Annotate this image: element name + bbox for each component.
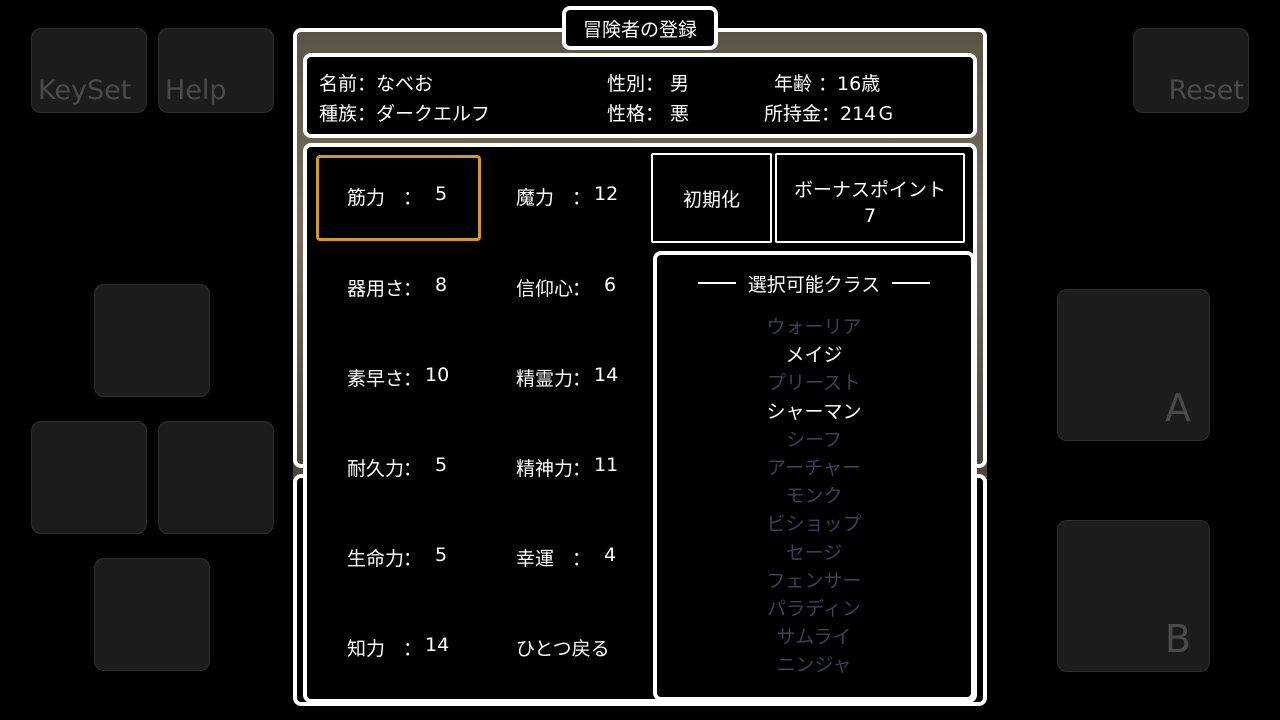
class-item[interactable]: シャーマン xyxy=(657,398,971,426)
class-item: モンク xyxy=(785,485,843,508)
bonus-points-label: ボーナスポイント xyxy=(793,179,946,201)
stat-value: 14 xyxy=(594,364,619,386)
stat-sep: ： xyxy=(403,548,423,570)
reset-stats-box[interactable]: 初期化 xyxy=(651,153,772,243)
stat-label: 精神力 xyxy=(516,458,574,480)
profile-window: 名前：なべお 種族：ダークエルフ 性別： 男 性格： 悪 年齢 ：16歳 所持金… xyxy=(303,53,977,138)
stat-value: 6 xyxy=(604,274,617,296)
stat-label: 魔力 xyxy=(516,187,555,209)
stat-endurance[interactable]: 耐久力 ： 5 xyxy=(347,454,457,482)
stat-label: 筋力 xyxy=(347,187,386,209)
stat-faith[interactable]: 信仰心 ： 6 xyxy=(516,274,626,302)
bonus-points-box: ボーナスポイント 7 xyxy=(775,153,965,243)
dpad-up-button[interactable] xyxy=(94,284,210,397)
class-item: フェンサー xyxy=(766,569,862,592)
class-list-heading: 選択可能クラス xyxy=(747,273,881,296)
header-rule-right xyxy=(892,282,931,284)
keyset-label: KeySet xyxy=(38,75,132,106)
stat-sep: ： xyxy=(572,368,592,390)
stat-sep: ： xyxy=(572,278,592,300)
keyset-button[interactable]: KeySet xyxy=(31,28,147,113)
class-item: アーチャー xyxy=(767,456,861,479)
class-list-window: 選択可能クラス ウォーリアメイジプリーストシャーマン シーフアーチャーモンクビショ… xyxy=(653,251,975,701)
class-item: ビショップ xyxy=(766,513,862,536)
class-item[interactable]: メイジ xyxy=(657,341,971,369)
stat-value: 5 xyxy=(435,183,448,205)
stat-label: 信仰心 xyxy=(516,278,574,300)
stat-agility[interactable]: 素早さ ： 10 xyxy=(347,364,457,392)
profile-alignment: 性格： 悪 xyxy=(607,103,690,125)
stat-value: 12 xyxy=(594,183,619,205)
screen-title: 冒険者の登録 xyxy=(582,18,697,41)
class-list: ウォーリアメイジプリーストシャーマン シーフアーチャーモンクビショップセージフェン… xyxy=(657,313,971,679)
help-label: Help xyxy=(165,75,227,106)
b-label: B xyxy=(1164,617,1191,661)
reset-stats-label: 初期化 xyxy=(682,188,740,211)
title-window: 冒険者の登録 xyxy=(562,6,718,50)
stat-label: 精霊力 xyxy=(516,368,574,390)
stat-label: 生命力 xyxy=(347,548,405,570)
stat-sep: ： xyxy=(403,187,423,209)
stat-strength[interactable]: 筋力 ： 5 xyxy=(347,183,457,211)
stat-spirit[interactable]: 精霊力 ： 14 xyxy=(516,364,626,392)
stat-label: 幸運 xyxy=(516,548,555,570)
stat-intelligence[interactable]: 知力 ： 14 xyxy=(347,634,457,662)
stat-sep: ： xyxy=(403,368,423,390)
stat-sep: ： xyxy=(572,548,592,570)
stat-label: 器用さ xyxy=(347,278,405,300)
b-button[interactable]: B xyxy=(1057,520,1210,672)
stat-magic[interactable]: 魔力 ： 12 xyxy=(516,183,626,211)
stat-value: 5 xyxy=(435,544,448,566)
class-item: サムライ xyxy=(776,626,852,649)
profile-gold: 所持金：214Ｇ xyxy=(764,103,896,125)
stat-sep: ： xyxy=(572,458,592,480)
stat-value: 11 xyxy=(594,454,619,476)
dpad-right-button[interactable] xyxy=(158,421,274,534)
profile-name: 名前：なべお xyxy=(319,73,434,95)
profile-age: 年齢 ：16歳 xyxy=(774,73,881,95)
stat-sep: ： xyxy=(403,278,423,300)
bonus-points-value: 7 xyxy=(863,205,877,227)
profile-race: 種族：ダークエルフ xyxy=(319,103,491,125)
dpad-down-button[interactable] xyxy=(94,558,210,671)
stat-dexterity[interactable]: 器用さ ： 8 xyxy=(347,274,457,302)
stat-label: 知力 xyxy=(347,638,386,660)
stat-label: 耐久力 xyxy=(347,458,405,480)
help-button[interactable]: Help xyxy=(158,28,274,113)
dpad-left-button[interactable] xyxy=(31,421,147,534)
stat-sep: ： xyxy=(403,458,423,480)
stat-mind[interactable]: 精神力 ： 11 xyxy=(516,454,626,482)
profile-gender: 性別： 男 xyxy=(607,73,690,95)
class-item: ニンジャ xyxy=(776,654,852,677)
a-button[interactable]: A xyxy=(1057,289,1210,441)
stat-label: 素早さ xyxy=(347,368,405,390)
game-screen: 名前：なべお 種族：ダークエルフ 性別： 男 性格： 悪 年齢 ：16歳 所持金… xyxy=(293,28,987,706)
back-option[interactable]: ひとつ戻る xyxy=(516,634,610,661)
class-item: プリースト xyxy=(766,372,862,395)
class-item: パラディン xyxy=(767,597,861,620)
stat-value: 4 xyxy=(604,544,617,566)
stat-value: 10 xyxy=(425,364,450,386)
header-rule-left xyxy=(697,282,736,284)
class-list-header: 選択可能クラス xyxy=(657,269,971,297)
stat-sep: ： xyxy=(403,638,423,660)
class-item: セージ xyxy=(785,541,843,564)
stat-vitality[interactable]: 生命力 ： 5 xyxy=(347,544,457,572)
class-item: ウォーリア xyxy=(766,316,862,338)
reset-label: Reset xyxy=(1168,75,1244,106)
stats-window: 筋力 ： 5 器用さ ： 8 素早さ ： 10 耐久力 ： 5 生命力 ： 5 … xyxy=(303,143,977,703)
stat-sep: ： xyxy=(572,187,592,209)
class-item: シーフ xyxy=(786,428,842,451)
stat-value: 8 xyxy=(435,274,448,296)
stat-luck[interactable]: 幸運 ： 4 xyxy=(516,544,626,572)
stat-value: 5 xyxy=(435,454,448,476)
stat-value: 14 xyxy=(425,634,450,656)
a-label: A xyxy=(1165,386,1191,430)
reset-button[interactable]: Reset xyxy=(1133,28,1249,113)
